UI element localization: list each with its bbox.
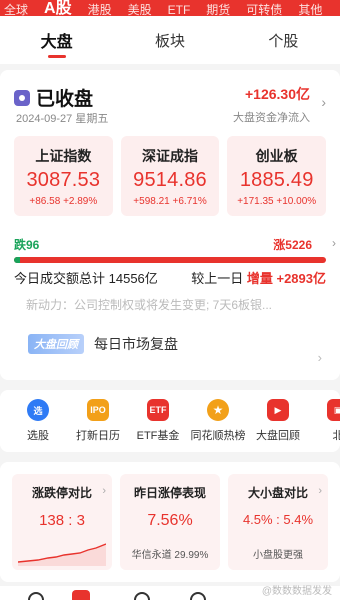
turnover-total: 今日成交额总计 14556亿	[14, 271, 158, 286]
index-card-shenzhen[interactable]: 深证成指 9514.86 +598.21 +6.71%	[120, 136, 220, 216]
news-icon[interactable]	[190, 592, 206, 600]
tool-label: 选股	[27, 430, 49, 442]
index-price: 3087.53	[26, 168, 101, 191]
tab-sectors[interactable]: 板块	[113, 16, 226, 64]
tab-hk[interactable]: 港股	[88, 4, 112, 16]
index-name: 深证成指	[142, 147, 198, 164]
tool-label: 大盘回顾	[256, 430, 300, 442]
index-card-chinext[interactable]: 创业板 1885.49 +171.35 +10.00%	[227, 136, 327, 216]
trade-date: 2024-09-27 星期五	[16, 113, 109, 125]
index-name: 上证指数	[35, 147, 92, 164]
market-review-link[interactable]: 大盘回顾 每日市场复盘	[28, 334, 178, 354]
market-closed-icon	[14, 89, 30, 106]
etf-icon: ETF	[147, 399, 169, 421]
index-change: +171.35 +10.00%	[237, 195, 317, 207]
index-name: 创业板	[255, 147, 298, 164]
tab-overview[interactable]: 大盘	[0, 16, 113, 64]
limit-trend-sparkline	[18, 543, 106, 566]
tab-us[interactable]: 美股	[128, 4, 152, 16]
review-tag: 大盘回顾	[28, 334, 84, 354]
net-flow-value: +126.30亿	[245, 86, 310, 102]
stats-section: 涨跌停对比 › 138 : 3 昨日涨停表现 7.56% 华信永道 29.99%…	[0, 462, 340, 582]
tool-market-review[interactable]: ▶ 大盘回顾	[248, 390, 308, 452]
tool-label: 北	[332, 430, 340, 442]
tool-northbound[interactable]: ▣ 北	[308, 390, 340, 452]
index-change: +598.21 +6.71%	[133, 195, 207, 207]
breadth-bar	[14, 257, 326, 263]
tool-label: ETF基金	[136, 430, 180, 442]
home-icon[interactable]	[28, 592, 44, 600]
watchlist-icon[interactable]	[134, 592, 150, 600]
stat-sub: 华信永道 29.99%	[131, 550, 209, 561]
market-tab-strip: 全球 A股 港股 美股 ETF 期货 可转债 其他	[0, 0, 340, 16]
net-flow-label: 大盘资金净流入	[233, 112, 310, 124]
tab-etf[interactable]: ETF	[168, 4, 191, 16]
tools-row: 选 选股 IPO 打新日历 ETF ETF基金 ★ 同花顺热榜 ▶ 大盘回顾 ▣…	[0, 390, 340, 452]
sub-tabs: 大盘 板块 个股	[0, 16, 340, 64]
chevron-right-icon: ›	[102, 485, 106, 497]
chevron-right-icon[interactable]: ›	[318, 350, 322, 365]
market-status: 已收盘	[14, 84, 93, 111]
stat-value: 7.56%	[147, 512, 193, 529]
tool-label: 打新日历	[76, 430, 120, 442]
tool-ipo-calendar[interactable]: IPO 打新日历	[68, 390, 128, 452]
stat-sub: 小盘股更强	[253, 550, 303, 561]
breadth-bar-fall	[14, 257, 20, 263]
turnover-row: 今日成交额总计 14556亿 较上一日 增量 +2893亿	[14, 268, 326, 287]
tool-label: 同花顺热榜	[190, 430, 246, 442]
review-text: 每日市场复盘	[94, 336, 178, 352]
chevron-right-icon: ›	[318, 485, 322, 497]
select-stock-icon: 选	[27, 399, 49, 421]
ipo-calendar-icon: IPO	[87, 399, 109, 421]
market-breadth[interactable]: 跌96 涨5226	[14, 236, 326, 263]
chevron-right-icon[interactable]: ›	[332, 236, 336, 250]
net-flow[interactable]: +126.30亿 大盘资金净流入	[233, 84, 310, 125]
index-change: +86.58 +2.89%	[29, 195, 98, 207]
tab-other[interactable]: 其他	[298, 4, 322, 16]
index-price: 9514.86	[133, 168, 207, 191]
stat-card-cap-compare[interactable]: 大小盘对比 › 4.5% : 5.4% 小盘股更强	[228, 474, 328, 570]
market-review-icon: ▶	[267, 399, 289, 421]
index-card-shanghai[interactable]: 上证指数 3087.53 +86.58 +2.89%	[14, 136, 113, 216]
stat-value: 4.5% : 5.4%	[242, 512, 314, 527]
stat-value: 138 : 3	[39, 512, 85, 529]
turnover-compare: 较上一日 增量 +2893亿	[191, 271, 326, 286]
chevron-right-icon[interactable]: ›	[321, 94, 326, 110]
market-status-text: 已收盘	[36, 89, 94, 110]
tab-convertible[interactable]: 可转债	[246, 4, 282, 16]
northbound-icon: ▣	[327, 399, 340, 421]
stat-card-limit[interactable]: 涨跌停对比 › 138 : 3	[12, 474, 112, 570]
watermark: @数数数据发发	[261, 586, 332, 597]
tab-global[interactable]: 全球	[4, 4, 28, 16]
market-overview-card: 已收盘 2024-09-27 星期五 +126.30亿 大盘资金净流入 › 上证…	[0, 70, 340, 380]
tab-stocks[interactable]: 个股	[227, 16, 340, 64]
fall-count: 跌96	[14, 238, 40, 252]
tool-select-stock[interactable]: 选 选股	[8, 390, 68, 452]
stat-title: 涨跌停对比	[31, 486, 92, 500]
rise-count: 涨5226	[273, 238, 312, 252]
news-ticker[interactable]: 新动力：公司控制权或将发生变更; 7天6板银...	[26, 296, 296, 313]
tab-futures[interactable]: 期货	[206, 4, 230, 16]
stat-card-yesterday-limit[interactable]: 昨日涨停表现 7.56% 华信永道 29.99%	[120, 474, 220, 570]
index-cards: 上证指数 3087.53 +86.58 +2.89% 深证成指 9514.86 …	[14, 136, 327, 216]
tab-a-shares[interactable]: A股	[44, 1, 72, 17]
index-price: 1885.49	[239, 168, 314, 191]
hot-rank-icon: ★	[207, 399, 229, 421]
tool-etf[interactable]: ETF ETF基金	[128, 390, 188, 452]
stat-title: 大小盘对比	[247, 486, 308, 500]
stat-title: 昨日涨停表现	[133, 486, 206, 500]
tool-hot-rank[interactable]: ★ 同花顺热榜	[188, 390, 248, 452]
market-icon[interactable]	[72, 590, 90, 600]
